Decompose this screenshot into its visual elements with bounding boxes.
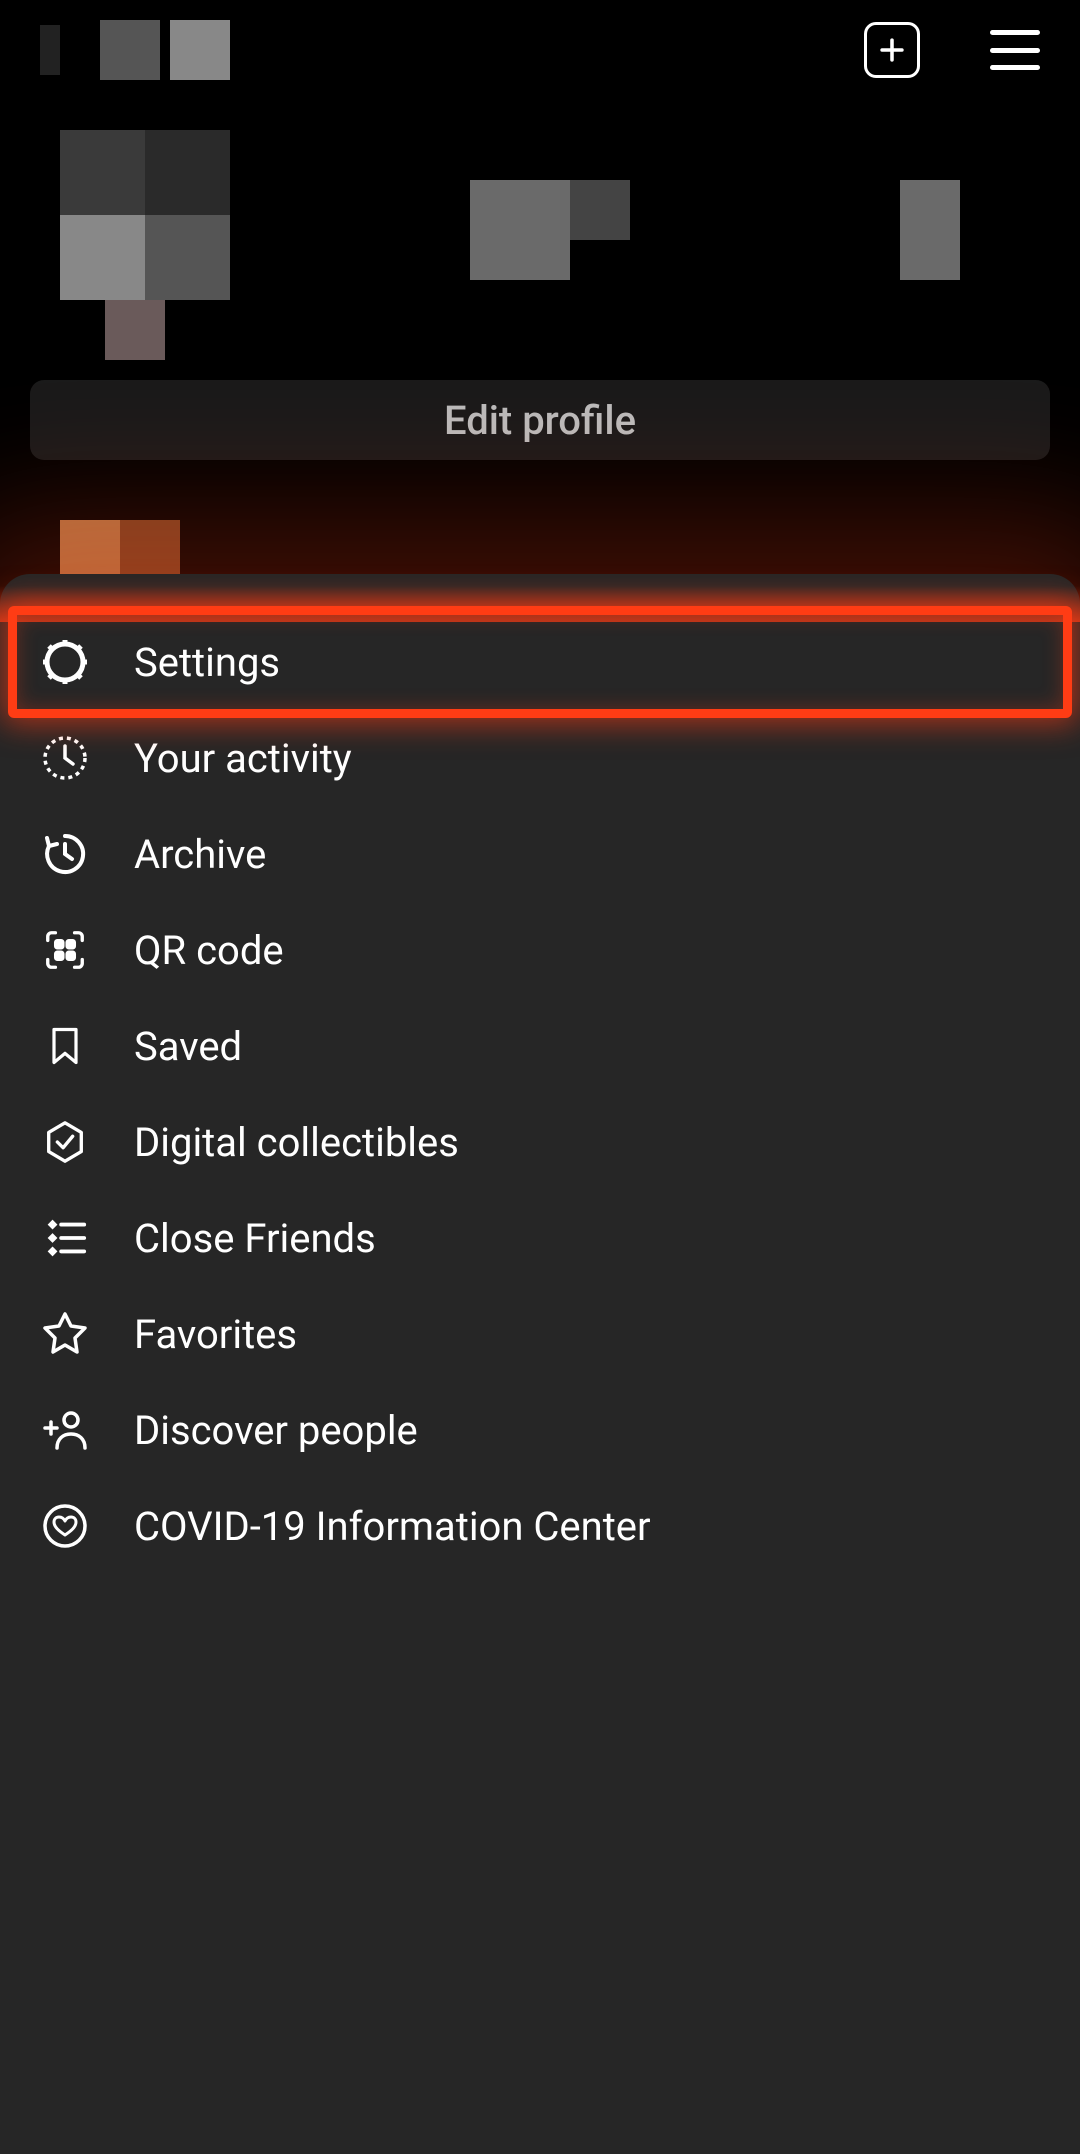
gear-icon	[40, 637, 90, 687]
profile-topbar	[0, 0, 1080, 100]
qr-icon	[40, 925, 90, 975]
menu-item-digital-collectibles[interactable]: Digital collectibles	[0, 1094, 1080, 1190]
menu-item-qr-code[interactable]: QR code	[0, 902, 1080, 998]
edit-profile-button[interactable]: Edit profile	[30, 380, 1050, 460]
menu-item-label: Favorites	[134, 1311, 297, 1358]
profile-stats	[470, 180, 1030, 300]
menu-item-label: Saved	[134, 1023, 242, 1070]
options-bottom-sheet: Settings Your activity Archive	[0, 574, 1080, 2154]
menu-item-saved[interactable]: Saved	[0, 998, 1080, 1094]
menu-item-label: Digital collectibles	[134, 1119, 459, 1166]
close-friends-icon	[40, 1213, 90, 1263]
star-icon	[40, 1309, 90, 1359]
menu-item-your-activity[interactable]: Your activity	[0, 710, 1080, 806]
create-icon[interactable]	[864, 22, 920, 78]
hexagon-check-icon	[40, 1117, 90, 1167]
menu-item-label: Settings	[134, 639, 280, 686]
heart-circle-icon	[40, 1501, 90, 1551]
activity-icon	[40, 733, 90, 783]
menu-item-covid-info[interactable]: COVID-19 Information Center	[0, 1478, 1080, 1574]
menu-item-label: QR code	[134, 927, 284, 974]
menu-item-label: COVID-19 Information Center	[134, 1503, 651, 1550]
menu-item-archive[interactable]: Archive	[0, 806, 1080, 902]
menu-item-settings[interactable]: Settings	[0, 614, 1080, 710]
menu-icon[interactable]	[990, 30, 1040, 70]
menu-item-discover-people[interactable]: Discover people	[0, 1382, 1080, 1478]
username-area[interactable]	[40, 20, 230, 80]
profile-header	[0, 100, 1080, 400]
bookmark-icon	[40, 1021, 90, 1071]
menu-item-favorites[interactable]: Favorites	[0, 1286, 1080, 1382]
menu-item-label: Archive	[134, 831, 266, 878]
archive-icon	[40, 829, 90, 879]
menu-item-label: Your activity	[134, 735, 352, 782]
avatar[interactable]	[60, 130, 230, 300]
edit-profile-label: Edit profile	[444, 397, 636, 444]
discover-people-icon	[40, 1405, 90, 1455]
menu-item-label: Discover people	[134, 1407, 418, 1454]
menu-item-close-friends[interactable]: Close Friends	[0, 1190, 1080, 1286]
menu-item-label: Close Friends	[134, 1215, 376, 1262]
